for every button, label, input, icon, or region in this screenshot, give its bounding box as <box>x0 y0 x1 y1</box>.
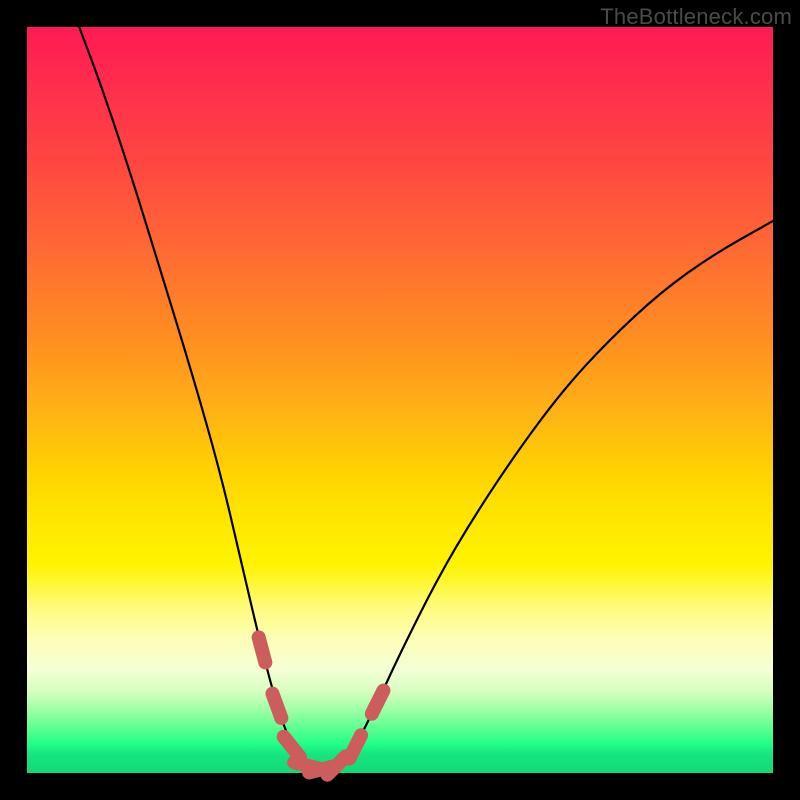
bottleneck-curve <box>79 27 773 768</box>
bottom-markers <box>259 637 384 774</box>
watermark-text: TheBottleneck.com <box>600 4 792 30</box>
marker-dash <box>284 737 300 757</box>
marker-dash <box>272 694 281 718</box>
chart-frame: TheBottleneck.com <box>0 0 800 800</box>
plot-area <box>27 27 773 773</box>
marker-dash <box>372 691 384 714</box>
marker-dash <box>259 637 266 662</box>
marker-dash <box>349 735 361 758</box>
curve-layer <box>27 27 773 773</box>
